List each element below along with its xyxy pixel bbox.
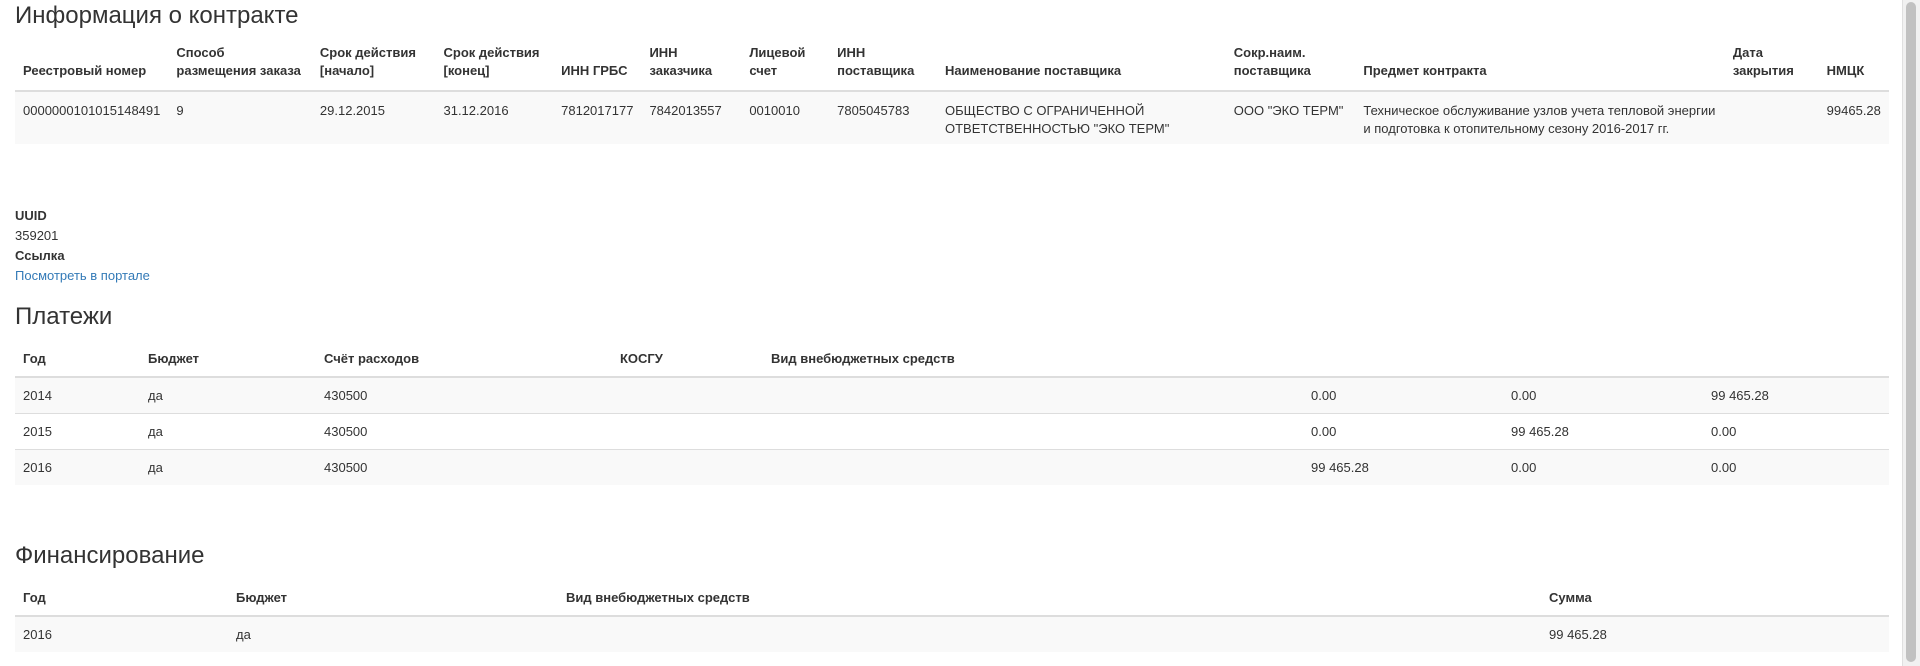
contract-table: Реестровый номер Способ размещения заказ… [15, 40, 1889, 144]
portal-link[interactable]: Посмотреть в портале [15, 268, 150, 283]
cell-offbudget-type [763, 413, 1303, 450]
col-start-date[interactable]: Срок действия [начало] [311, 40, 436, 92]
table-row: 2016 да 430500 99 465.28 0.00 0.00 [15, 449, 1889, 485]
cell-registry-number: 0000000101015148491 [15, 90, 169, 144]
cell-year: 2016 [15, 449, 140, 485]
cell-expense-account: 430500 [316, 413, 612, 450]
cell-budget: да [140, 376, 316, 414]
table-row: 0000000101015148491 9 29.12.2015 31.12.2… [15, 90, 1889, 144]
cell-amount-3: 99 465.28 [1703, 376, 1889, 414]
cell-amount-3: 0.00 [1703, 413, 1889, 450]
col-account[interactable]: Лицевой счет [741, 40, 830, 92]
scrollbar-thumb[interactable] [1906, 2, 1916, 662]
cell-year: 2014 [15, 376, 140, 414]
col-close-date[interactable]: Дата закрытия [1724, 40, 1819, 92]
col-sum[interactable]: Сумма [1541, 583, 1889, 617]
cell-placement-method: 9 [168, 90, 312, 144]
uuid-label: UUID [15, 208, 47, 223]
contract-info-title: Информация о контракте [15, 2, 299, 29]
cell-expense-account: 430500 [316, 449, 612, 485]
cell-close-date [1724, 90, 1819, 144]
payments-header-row: Год Бюджет Счёт расходов КОСГУ Вид внебю… [15, 344, 1889, 378]
col-supplier-name[interactable]: Наименование поставщика [937, 40, 1226, 92]
financing-title: Финансирование [15, 542, 205, 569]
cell-amount-1: 99 465.28 [1303, 449, 1503, 485]
cell-offbudget-type [763, 449, 1303, 485]
col-kosgu[interactable]: КОСГУ [612, 344, 763, 378]
col-placement-method[interactable]: Способ размещения заказа [168, 40, 312, 92]
table-row: 2016 да 99 465.28 [15, 615, 1889, 652]
cell-offbudget-type [763, 376, 1303, 414]
col-offbudget-type[interactable]: Вид внебюджетных средств [558, 583, 1541, 617]
cell-amount-2: 0.00 [1503, 449, 1703, 485]
col-amount-2[interactable] [1503, 344, 1703, 378]
cell-budget: да [228, 615, 558, 652]
page: Информация о контракте Реестровый номер … [0, 0, 1920, 666]
col-end-date[interactable]: Срок действия [конец] [435, 40, 554, 92]
cell-start-date: 29.12.2015 [311, 90, 436, 144]
cell-account: 0010010 [741, 90, 830, 144]
contract-meta: UUID 359201 Ссылка Посмотреть в портале [15, 206, 150, 286]
col-budget[interactable]: Бюджет [140, 344, 316, 378]
col-subject[interactable]: Предмет контракта [1355, 40, 1725, 92]
cell-inn-supplier: 7805045783 [829, 90, 937, 144]
cell-end-date: 31.12.2016 [435, 90, 554, 144]
cell-inn-grbs: 7812017177 [553, 90, 642, 144]
col-inn-customer[interactable]: ИНН заказчика [641, 40, 742, 92]
cell-budget: да [140, 449, 316, 485]
col-amount-1[interactable] [1303, 344, 1503, 378]
col-inn-grbs[interactable]: ИНН ГРБС [553, 40, 642, 92]
col-inn-supplier[interactable]: ИНН поставщика [829, 40, 937, 92]
cell-amount-2: 99 465.28 [1503, 413, 1703, 450]
col-offbudget-type[interactable]: Вид внебюджетных средств [763, 344, 1303, 378]
uuid-value: 359201 [15, 228, 59, 243]
vertical-scrollbar[interactable] [1902, 0, 1920, 666]
col-supplier-short[interactable]: Сокр.наим. поставщика [1225, 40, 1356, 92]
cell-budget: да [140, 413, 316, 450]
payments-table: Год Бюджет Счёт расходов КОСГУ Вид внебю… [15, 344, 1889, 485]
cell-kosgu [612, 376, 763, 414]
cell-sum: 99 465.28 [1541, 615, 1889, 652]
payments-title: Платежи [15, 303, 113, 330]
link-label: Ссылка [15, 248, 65, 263]
col-expense-account[interactable]: Счёт расходов [316, 344, 612, 378]
col-year[interactable]: Год [15, 583, 228, 617]
col-budget[interactable]: Бюджет [228, 583, 558, 617]
cell-supplier-name: ОБЩЕСТВО С ОГРАНИЧЕННОЙ ОТВЕТСТВЕННОСТЬЮ… [937, 90, 1226, 144]
col-nmck[interactable]: НМЦК [1818, 40, 1889, 92]
cell-amount-2: 0.00 [1503, 376, 1703, 414]
table-row: 2014 да 430500 0.00 0.00 99 465.28 [15, 376, 1889, 414]
contract-header-row: Реестровый номер Способ размещения заказ… [15, 40, 1889, 92]
cell-supplier-short: ООО "ЭКО ТЕРМ" [1225, 90, 1356, 144]
col-registry-number[interactable]: Реестровый номер [15, 40, 169, 92]
cell-amount-1: 0.00 [1303, 413, 1503, 450]
cell-kosgu [612, 413, 763, 450]
cell-inn-customer: 7842013557 [641, 90, 742, 144]
financing-table: Год Бюджет Вид внебюджетных средств Сумм… [15, 583, 1889, 652]
cell-year: 2016 [15, 615, 228, 652]
cell-expense-account: 430500 [316, 376, 612, 414]
cell-kosgu [612, 449, 763, 485]
cell-subject: Техническое обслуживание узлов учета теп… [1355, 90, 1725, 144]
table-row: 2015 да 430500 0.00 99 465.28 0.00 [15, 413, 1889, 450]
cell-year: 2015 [15, 413, 140, 450]
cell-offbudget-type [558, 615, 1541, 652]
cell-amount-1: 0.00 [1303, 376, 1503, 414]
cell-nmck: 99465.28 [1818, 90, 1889, 144]
cell-amount-3: 0.00 [1703, 449, 1889, 485]
financing-header-row: Год Бюджет Вид внебюджетных средств Сумм… [15, 583, 1889, 617]
col-year[interactable]: Год [15, 344, 140, 378]
col-amount-3[interactable] [1703, 344, 1889, 378]
